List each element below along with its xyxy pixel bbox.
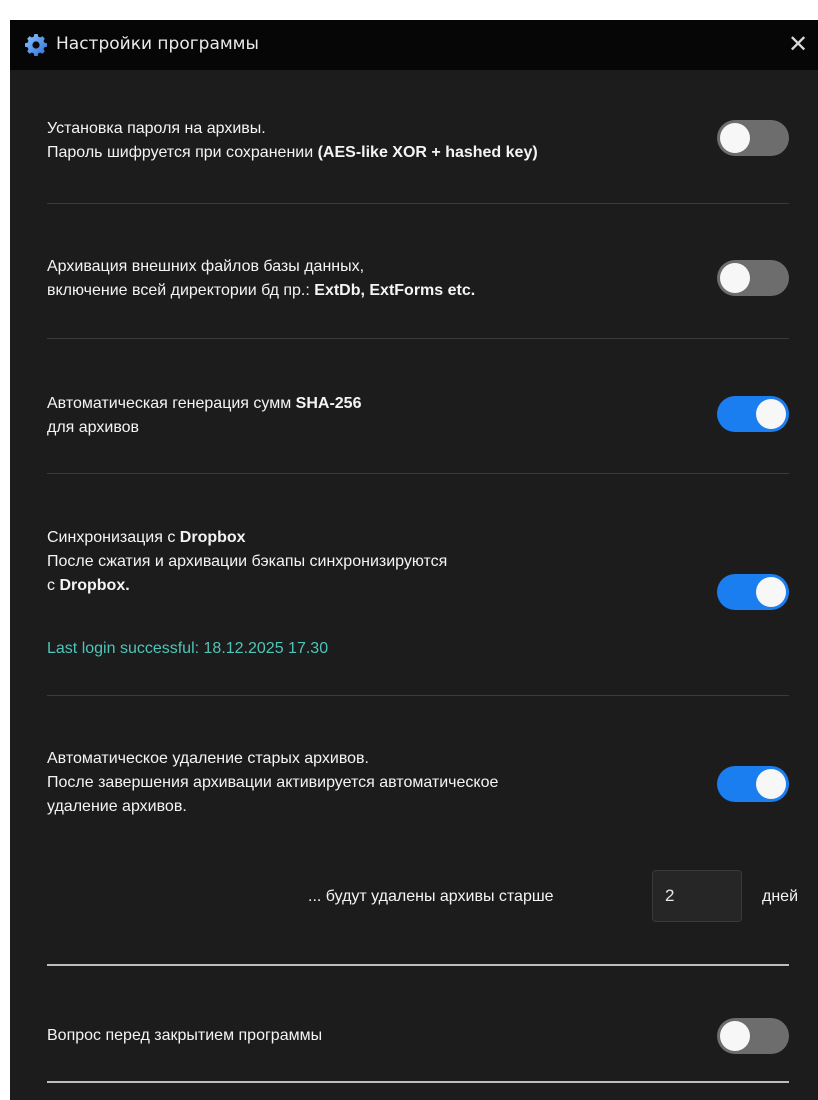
toggle-knob [756,769,786,799]
setting-confirm-close-label: Вопрос перед закрытием программы [47,1027,323,1044]
gear-icon [25,34,47,56]
toggle-knob [756,399,786,429]
days-input[interactable] [652,870,742,922]
days-unit: дней [762,888,799,905]
divider [47,964,789,966]
divider [47,203,789,204]
external-files-toggle[interactable] [717,260,789,296]
setting-sha256-label: Автоматическая генерация сумм SHA-256 дл… [47,395,362,436]
toggle-knob [756,577,786,607]
divider [47,695,789,696]
dropbox-status: Last login successful: 18.12.2025 17.30 [47,640,329,657]
divider [47,473,789,474]
days-label: ... будут удалены архивы старше [308,888,554,905]
setting-external-files-label: Архивация внешних файлов базы данных, вк… [47,258,476,299]
toggle-knob [720,123,750,153]
divider [47,1081,789,1083]
toggle-knob [720,263,750,293]
archive-password-toggle[interactable] [717,120,789,156]
sha256-toggle[interactable] [717,396,789,432]
dropbox-toggle[interactable] [717,574,789,610]
divider [47,338,789,339]
window-title: Настройки программы [56,34,259,54]
close-icon: ✕ [787,31,809,58]
setting-auto-delete-label: Автоматическое удаление старых архивов. … [47,750,499,815]
setting-dropbox-label: Синхронизация с Dropbox После сжатия и а… [47,529,448,594]
setting-archive-password-label: Установка пароля на архивы. Пароль шифру… [47,120,538,161]
settings-window: Настройки программы ✕ Установка пароля н… [10,20,818,1100]
title-bar: Настройки программы ✕ [10,20,818,70]
toggle-knob [720,1021,750,1051]
close-button[interactable]: ✕ [782,29,814,61]
confirm-close-toggle[interactable] [717,1018,789,1054]
auto-delete-toggle[interactable] [717,766,789,802]
